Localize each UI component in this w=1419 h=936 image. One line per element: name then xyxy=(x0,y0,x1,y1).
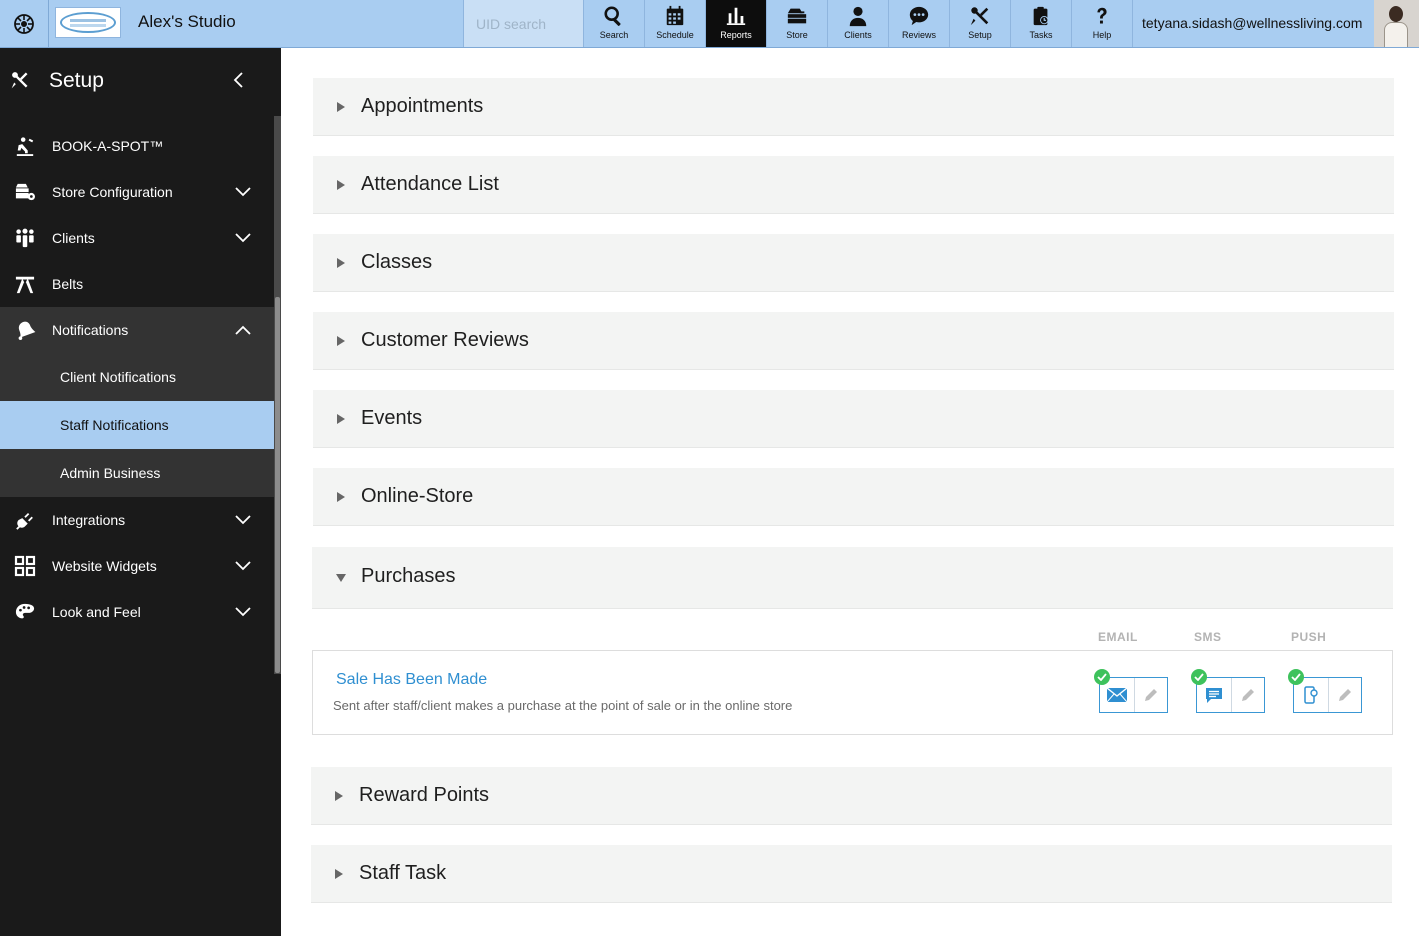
tools-icon xyxy=(11,72,28,89)
section-online-store[interactable]: Online-Store xyxy=(313,468,1394,526)
notification-title-link[interactable]: Sale Has Been Made xyxy=(336,671,487,689)
push-channel-toggle xyxy=(1288,669,1362,713)
check-icon xyxy=(1094,669,1110,685)
chevron-down-icon[interactable] xyxy=(234,232,252,244)
expand-arrow-icon xyxy=(337,102,345,112)
sidebar-item-look-and-feel[interactable]: Look and Feel xyxy=(0,589,274,635)
collapse-arrow-icon xyxy=(336,574,346,582)
expand-arrow-icon xyxy=(335,791,343,801)
app-logo-icon xyxy=(14,13,34,34)
expand-arrow-icon xyxy=(337,492,345,502)
bell-icon xyxy=(13,319,37,341)
chat-bubble-icon xyxy=(1205,687,1222,703)
plug-icon xyxy=(13,509,37,531)
channel-header-push: PUSH xyxy=(1291,630,1327,644)
chevron-down-icon[interactable] xyxy=(234,514,252,526)
section-staff-task[interactable]: Staff Task xyxy=(311,845,1392,903)
user-email[interactable]: tetyana.sidash@wellnessliving.com xyxy=(1142,15,1362,31)
nav-schedule[interactable]: Schedule xyxy=(645,0,706,47)
notification-description: Sent after staff/client makes a purchase… xyxy=(333,698,793,713)
edit-push-button[interactable] xyxy=(1327,678,1362,712)
grid-widgets-icon xyxy=(13,555,37,577)
edit-sms-button[interactable] xyxy=(1230,678,1265,712)
nav-clients[interactable]: Clients xyxy=(828,0,889,47)
speech-bubble-icon xyxy=(909,6,929,26)
sidebar-subitem-admin-business[interactable]: Admin Business xyxy=(0,449,274,497)
notification-row: Sale Has Been Made Sent after staff/clie… xyxy=(312,650,1393,735)
edit-email-button[interactable] xyxy=(1133,678,1168,712)
belt-icon xyxy=(13,273,37,295)
channel-header-sms: SMS xyxy=(1194,630,1222,644)
nav-setup[interactable]: Setup xyxy=(950,0,1011,47)
bar-chart-icon xyxy=(726,7,746,25)
check-icon xyxy=(1288,669,1304,685)
nav-store[interactable]: Store xyxy=(767,0,828,47)
channel-header-email: EMAIL xyxy=(1098,630,1138,644)
collapse-sidebar-icon[interactable] xyxy=(230,70,248,90)
sidebar-subitem-client-notifications[interactable]: Client Notifications xyxy=(0,353,274,401)
email-channel-toggle xyxy=(1094,669,1168,713)
store-icon xyxy=(787,8,807,24)
top-bar: Alex's Studio Search Schedule Reports St… xyxy=(0,0,1419,48)
sidebar-item-website-widgets[interactable]: Website Widgets xyxy=(0,543,274,589)
avatar[interactable] xyxy=(1374,0,1419,47)
chevron-down-icon[interactable] xyxy=(234,560,252,572)
calendar-icon xyxy=(666,5,684,26)
search-icon xyxy=(604,6,621,26)
chevron-down-icon[interactable] xyxy=(234,606,252,618)
mobile-push-icon xyxy=(1304,686,1318,704)
tools-icon xyxy=(970,7,989,26)
sidebar-item-belts[interactable]: Belts xyxy=(0,261,274,307)
sidebar-item-book-a-spot[interactable]: BOOK-A-SPOT™ xyxy=(0,123,274,169)
expand-arrow-icon xyxy=(337,258,345,268)
app-logo[interactable] xyxy=(0,0,49,47)
section-purchases[interactable]: Purchases xyxy=(312,547,1393,609)
sms-channel-toggle xyxy=(1191,669,1265,713)
section-attendance-list[interactable]: Attendance List xyxy=(313,156,1394,214)
person-icon xyxy=(849,6,867,27)
question-icon xyxy=(1097,7,1107,24)
studio-logo[interactable] xyxy=(55,7,121,38)
sidebar-item-notifications[interactable]: Notifications xyxy=(0,307,274,353)
nav-reports[interactable]: Reports xyxy=(706,0,767,47)
sidebar-item-integrations[interactable]: Integrations xyxy=(0,497,274,543)
clients-group-icon xyxy=(13,227,37,249)
sidebar-subitem-staff-notifications[interactable]: Staff Notifications xyxy=(0,401,274,449)
nav-help[interactable]: Help xyxy=(1072,0,1133,47)
studio-name: Alex's Studio xyxy=(138,12,236,31)
uid-search-input[interactable] xyxy=(463,0,584,47)
store-config-icon xyxy=(13,181,37,203)
sidebar-header: Setup xyxy=(0,48,274,116)
clipboard-icon xyxy=(1033,6,1049,26)
chevron-up-icon[interactable] xyxy=(234,324,252,336)
expand-arrow-icon xyxy=(337,180,345,190)
pencil-icon xyxy=(1338,689,1351,701)
pencil-icon xyxy=(1144,689,1157,701)
section-classes[interactable]: Classes xyxy=(313,234,1394,292)
sidebar-title: Setup xyxy=(49,69,104,92)
section-appointments[interactable]: Appointments xyxy=(313,78,1394,136)
nav-reviews[interactable]: Reviews xyxy=(889,0,950,47)
section-reward-points[interactable]: Reward Points xyxy=(311,767,1392,825)
pencil-icon xyxy=(1241,689,1254,701)
section-customer-reviews[interactable]: Customer Reviews xyxy=(313,312,1394,370)
nav-search[interactable]: Search xyxy=(584,0,645,47)
sidebar-item-store-configuration[interactable]: Store Configuration xyxy=(0,169,274,215)
top-nav: Search Schedule Reports Store Clients Re… xyxy=(584,0,1133,47)
nav-tasks[interactable]: Tasks xyxy=(1011,0,1072,47)
palette-icon xyxy=(13,601,37,623)
section-events[interactable]: Events xyxy=(313,390,1394,448)
envelope-icon xyxy=(1106,688,1127,702)
check-icon xyxy=(1191,669,1207,685)
expand-arrow-icon xyxy=(337,336,345,346)
main-content: Appointments Attendance List Classes Cus… xyxy=(281,48,1419,936)
expand-arrow-icon xyxy=(337,414,345,424)
sidebar-item-clients[interactable]: Clients xyxy=(0,215,274,261)
chevron-down-icon[interactable] xyxy=(234,186,252,198)
expand-arrow-icon xyxy=(335,869,343,879)
sidebar-scrollbar[interactable] xyxy=(274,116,281,674)
sidebar: Setup BOOK-A-SPOT™ Store Configuration C… xyxy=(0,48,281,936)
book-a-spot-icon xyxy=(13,135,37,157)
